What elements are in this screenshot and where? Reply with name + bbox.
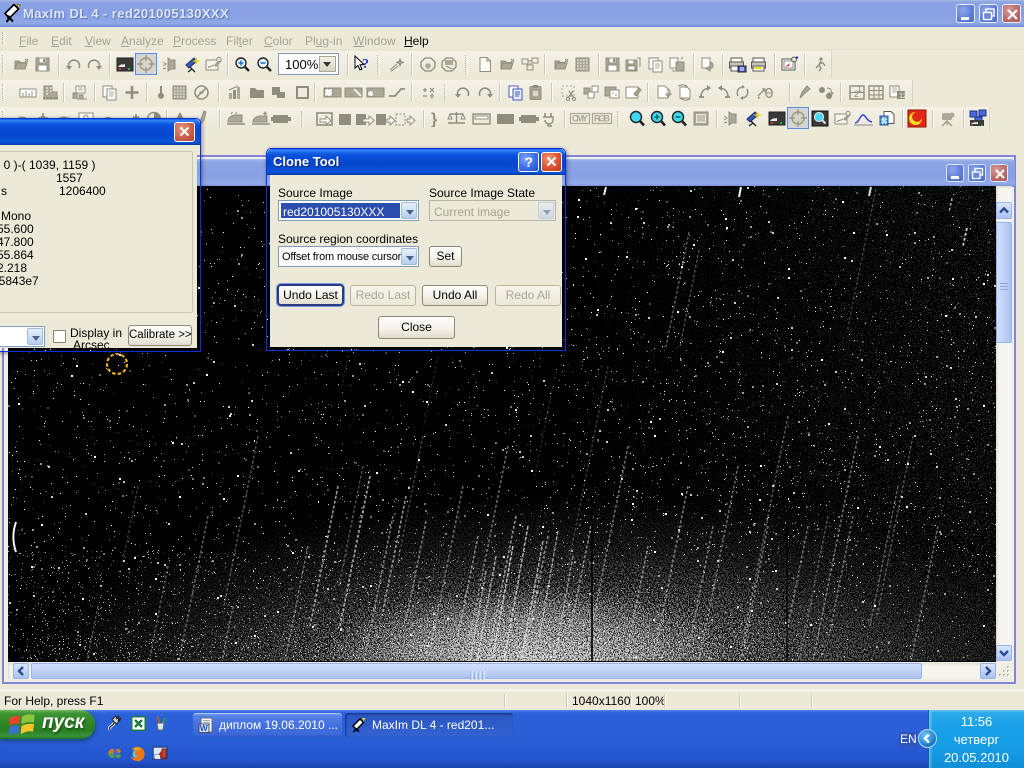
svg-text:RGB: RGB [594, 114, 611, 124]
svg-text:12: 12 [899, 93, 907, 100]
svg-text:?: ? [362, 57, 369, 72]
svg-text:W: W [200, 723, 209, 733]
svg-text:1: 1 [857, 84, 862, 94]
svg-text:CMY: CMY [572, 114, 588, 124]
svg-text:}: } [431, 111, 437, 127]
svg-text:?: ? [525, 154, 534, 170]
